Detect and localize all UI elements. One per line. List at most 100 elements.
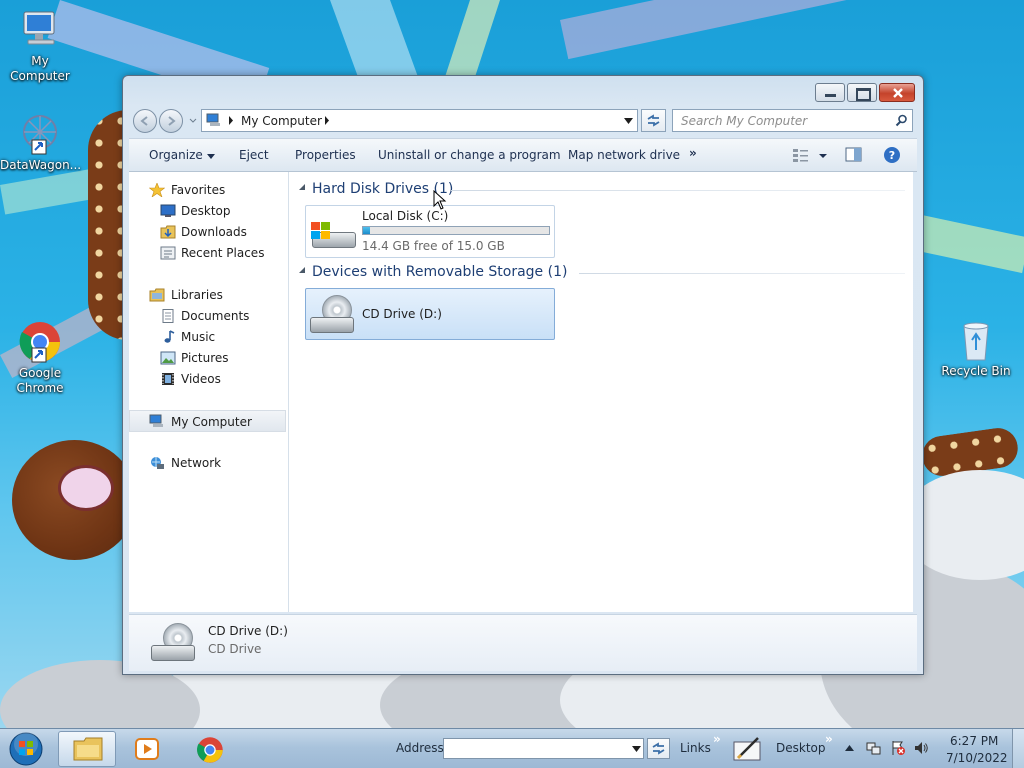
start-button[interactable] xyxy=(6,730,46,768)
network-icon xyxy=(151,457,164,469)
light-ray xyxy=(444,0,500,78)
breadcrumb-arrow-icon[interactable] xyxy=(228,116,234,125)
search-placeholder: Search My Computer xyxy=(681,114,808,128)
close-button[interactable] xyxy=(879,83,915,102)
details-pane: CD Drive (D:) CD Drive xyxy=(129,614,917,671)
desktop-toolbar-button[interactable] xyxy=(732,734,764,764)
more-commands-button[interactable]: » xyxy=(689,146,697,160)
address-dropdown-icon[interactable] xyxy=(624,118,633,124)
datawagon-icon xyxy=(18,112,62,156)
nav-pictures[interactable]: Pictures xyxy=(129,348,288,368)
disk-usage-fill xyxy=(363,227,371,234)
desktop-icon-label: Recycle Bin xyxy=(941,364,1011,378)
desktop-icon-label: My Computer xyxy=(10,54,70,83)
address-field[interactable]: My Computer xyxy=(201,109,638,132)
eject-button[interactable]: Eject xyxy=(239,148,269,162)
close-icon xyxy=(893,88,903,98)
drive-tile-cd-drive-d[interactable]: CD Drive (D:) xyxy=(305,288,555,340)
network-tray-icon[interactable] xyxy=(866,740,882,756)
nav-label: Pictures xyxy=(181,351,229,365)
nav-music[interactable]: Music xyxy=(129,327,288,347)
desktop-icon-recycle-bin[interactable]: Recycle Bin xyxy=(936,318,1016,379)
breadcrumb-arrow-icon[interactable] xyxy=(324,116,330,125)
desktop-icon-datawagon[interactable]: DataWagon... xyxy=(0,112,81,173)
taskbar-address-input[interactable] xyxy=(443,738,644,759)
command-bar: Organize Eject Properties Uninstall or c… xyxy=(129,138,917,172)
show-desktop-button[interactable] xyxy=(1012,729,1024,768)
links-toolbar-label[interactable]: Links xyxy=(680,741,711,755)
breadcrumb-my-computer[interactable]: My Computer xyxy=(241,114,322,128)
nav-downloads[interactable]: Downloads xyxy=(129,222,288,242)
address-bar: My Computer Search My Computer xyxy=(131,107,913,134)
organize-label: Organize xyxy=(149,148,203,162)
recent-pages-chevron-icon[interactable] xyxy=(189,118,197,124)
nav-label: Documents xyxy=(181,309,250,323)
map-network-drive-button[interactable]: Map network drive xyxy=(568,148,680,162)
cd-drive-icon xyxy=(308,293,354,337)
collapse-triangle-icon[interactable] xyxy=(298,266,306,274)
documents-icon xyxy=(162,309,174,323)
nav-label: Network xyxy=(171,456,222,470)
back-button[interactable] xyxy=(133,109,157,133)
taskbar-go-button[interactable] xyxy=(647,738,670,759)
turtle-eye xyxy=(58,465,114,511)
taskbar-media-player-button[interactable] xyxy=(118,731,176,767)
properties-button[interactable]: Properties xyxy=(295,148,356,162)
desktop-chevron[interactable]: » xyxy=(825,732,833,746)
links-chevron[interactable]: » xyxy=(713,732,721,746)
refresh-button[interactable] xyxy=(641,109,666,132)
search-input[interactable]: Search My Computer xyxy=(672,109,913,132)
desktop-toolbar-label[interactable]: Desktop xyxy=(776,741,826,755)
preview-pane-button[interactable] xyxy=(845,147,863,163)
nav-desktop[interactable]: Desktop xyxy=(129,201,288,221)
address-dropdown-icon[interactable] xyxy=(632,746,641,752)
nav-videos[interactable]: Videos xyxy=(129,369,288,389)
nav-network[interactable]: Network xyxy=(129,453,288,473)
downloads-folder-icon xyxy=(160,225,176,239)
preview-pane-icon xyxy=(845,147,862,162)
taskbar: Address Links » Desktop » 6:27 PM 7/10/2… xyxy=(0,728,1024,768)
action-center-flag-icon[interactable] xyxy=(890,740,906,756)
taskbar-explorer-button[interactable] xyxy=(58,731,116,767)
change-view-button[interactable] xyxy=(791,146,831,164)
maximize-button[interactable] xyxy=(847,83,877,102)
refresh-icon xyxy=(652,742,665,755)
desktop-icon-my-computer[interactable]: My Computer xyxy=(0,8,80,84)
hard-drive-icon xyxy=(310,220,356,250)
nav-label: Libraries xyxy=(171,288,223,302)
taskbar-chrome-button[interactable] xyxy=(181,731,239,767)
collapse-triangle-icon[interactable] xyxy=(298,183,306,191)
svg-text:?: ? xyxy=(889,149,895,162)
nav-label: Videos xyxy=(181,372,221,386)
chrome-icon xyxy=(197,737,223,763)
clock-time[interactable]: 6:27 PM xyxy=(950,734,998,748)
show-desktop-icon xyxy=(733,737,761,761)
desktop-icon-label: Chrome xyxy=(16,381,64,395)
show-hidden-icons-icon[interactable] xyxy=(845,744,854,751)
organize-button[interactable]: Organize xyxy=(149,148,215,162)
desktop-icon-google-chrome[interactable]: Google Chrome xyxy=(0,320,80,396)
minimize-button[interactable] xyxy=(815,83,845,102)
uninstall-program-button[interactable]: Uninstall or change a program xyxy=(378,148,561,162)
help-button[interactable]: ? xyxy=(883,146,901,164)
computer-icon xyxy=(206,113,220,126)
search-icon[interactable] xyxy=(895,114,908,127)
drive-tile-local-disk-c[interactable]: Local Disk (C:) 14.4 GB free of 15.0 GB xyxy=(305,205,555,258)
nav-label: Music xyxy=(181,330,216,344)
chrome-icon xyxy=(18,320,62,364)
libraries-icon xyxy=(149,288,165,302)
nav-my-computer[interactable]: My Computer xyxy=(129,410,286,432)
address-toolbar-label: Address xyxy=(396,741,444,755)
forward-button[interactable] xyxy=(159,109,183,133)
group-header-removable-storage[interactable]: Devices with Removable Storage (1) xyxy=(312,264,567,280)
drive-name: Local Disk (C:) xyxy=(362,209,449,223)
nav-favorites[interactable]: Favorites xyxy=(129,180,288,200)
minimize-icon xyxy=(825,94,836,97)
volume-icon[interactable] xyxy=(913,740,929,756)
clock-date[interactable]: 7/10/2022 xyxy=(946,751,1008,765)
cd-drive-icon xyxy=(149,621,195,665)
nav-documents[interactable]: Documents xyxy=(129,306,288,326)
nav-libraries[interactable]: Libraries xyxy=(129,285,288,305)
nav-recent-places[interactable]: Recent Places xyxy=(129,243,288,263)
videos-film-icon xyxy=(162,373,174,385)
